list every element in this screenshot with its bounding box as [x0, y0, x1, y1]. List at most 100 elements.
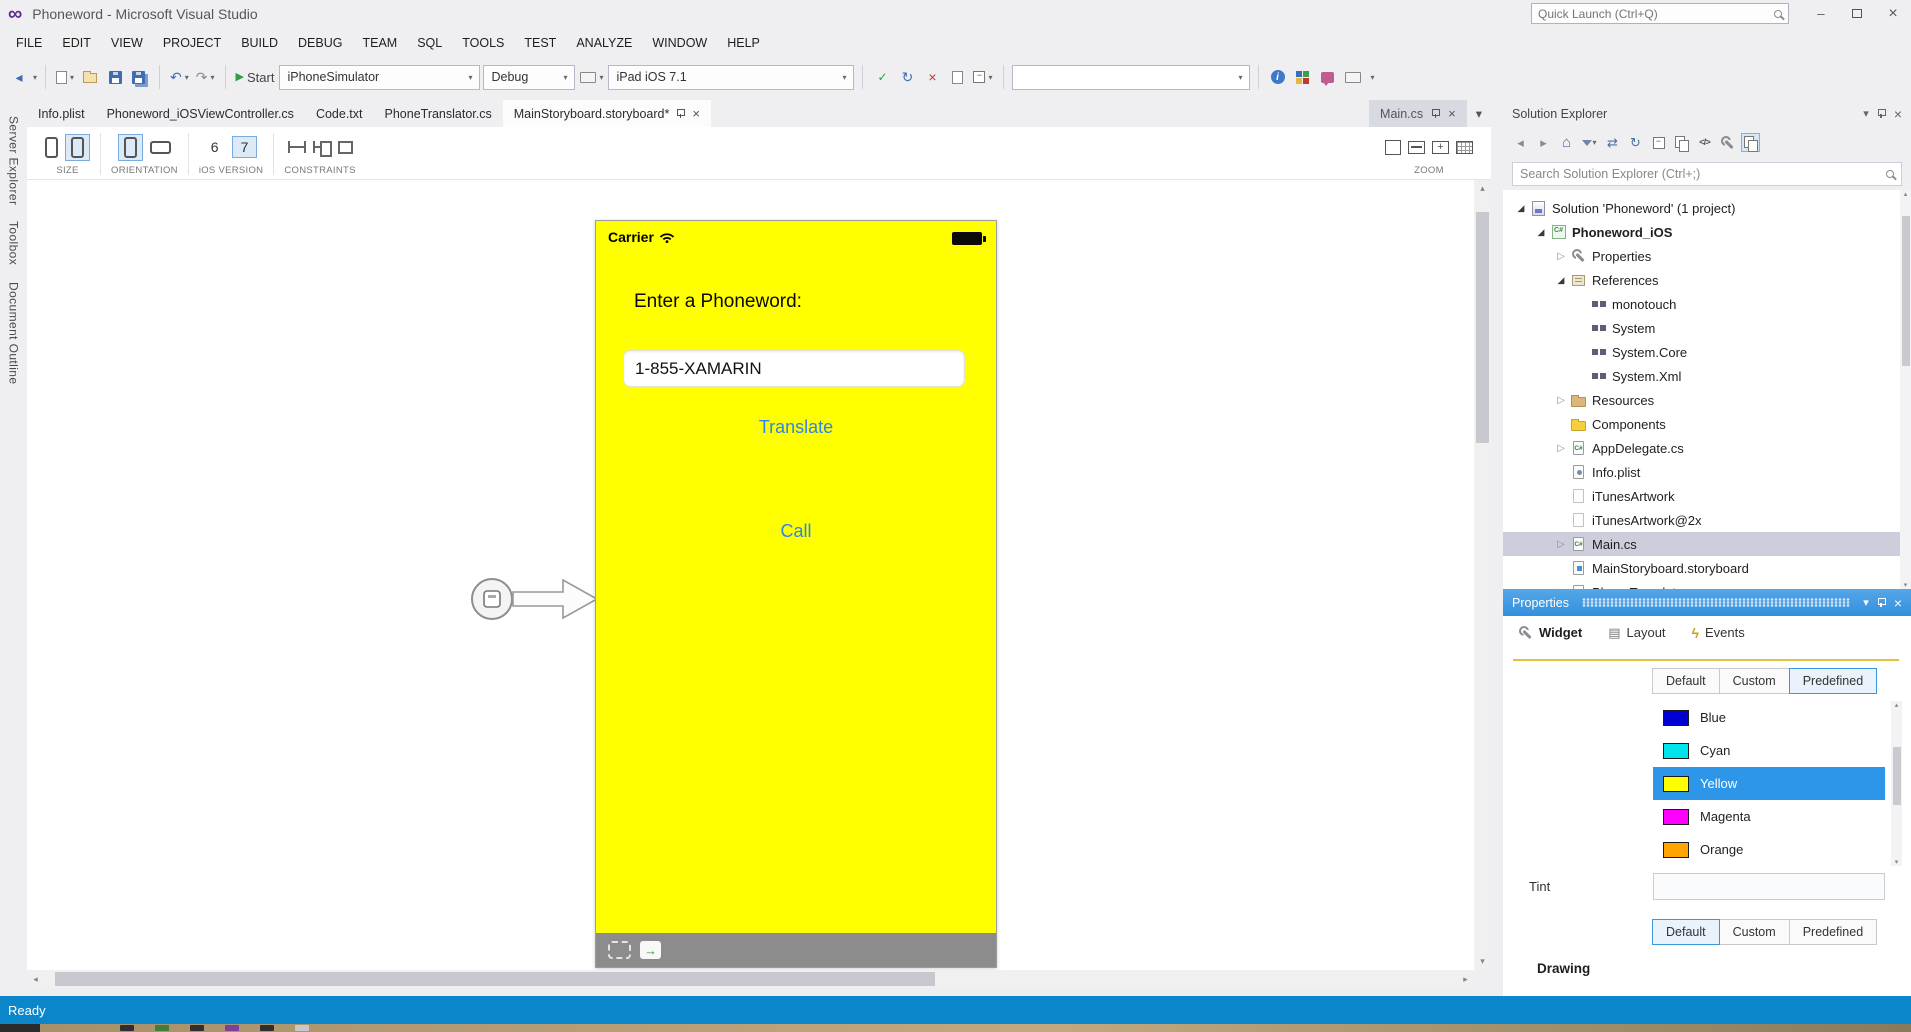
tab-widget[interactable]: Widget: [1519, 625, 1582, 640]
expander-icon[interactable]: ◢: [1533, 227, 1549, 238]
preview-selected-items-icon[interactable]: [1741, 133, 1760, 152]
default-button[interactable]: Default: [1652, 668, 1720, 694]
quick-launch-box[interactable]: [1531, 3, 1789, 24]
expander-icon[interactable]: ▷: [1553, 251, 1569, 262]
tree-item-maincs[interactable]: ▷ Main.cs: [1503, 532, 1911, 556]
horizontal-scroll-thumb[interactable]: [55, 972, 935, 986]
save-all-button[interactable]: [129, 64, 151, 90]
constraint-edit-icon[interactable]: [288, 141, 306, 153]
taskbar-icon[interactable]: [155, 1025, 169, 1031]
custom-button[interactable]: Custom: [1719, 668, 1790, 694]
fullscreen-icon[interactable]: [1385, 140, 1401, 155]
sidebar-item-toolbox[interactable]: Toolbox: [7, 221, 21, 265]
menu-window[interactable]: WINDOW: [642, 27, 717, 59]
toolbar-overflow-caret-icon[interactable]: ▾: [1371, 73, 1375, 82]
scroll-up-button[interactable]: ▴: [1900, 190, 1911, 198]
predefined-button[interactable]: Predefined: [1789, 919, 1877, 945]
device-combo[interactable]: iPad iOS 7.1 ▾: [608, 65, 854, 90]
document-list-caret-icon[interactable]: ▾: [1467, 100, 1491, 127]
tab-info-plist[interactable]: Info.plist: [27, 100, 96, 127]
color-list-scrollbar[interactable]: ▴ ▾: [1891, 701, 1902, 866]
tab-layout[interactable]: ▤ Layout: [1608, 625, 1665, 641]
tab-events[interactable]: ϟ Events: [1692, 625, 1745, 641]
tab-phonetranslator-cs[interactable]: PhoneTranslator.cs: [374, 100, 503, 127]
menu-analyze[interactable]: ANALYZE: [566, 27, 642, 59]
tree-item-system-core[interactable]: System.Core: [1503, 340, 1911, 364]
constraint-add-icon[interactable]: [313, 141, 331, 153]
solution-explorer-header[interactable]: Solution Explorer ▾ ×: [1503, 100, 1911, 127]
scroll-left-button[interactable]: ◂: [27, 971, 44, 988]
home-icon[interactable]: ⌂: [1557, 133, 1576, 152]
pin-icon[interactable]: [1878, 598, 1885, 608]
sidebar-item-server-explorer[interactable]: Server Explorer: [7, 116, 21, 205]
feedback-button[interactable]: [1317, 64, 1339, 90]
tree-item-components[interactable]: Components: [1503, 412, 1911, 436]
platform-caret-icon[interactable]: ▾: [599, 73, 603, 82]
tree-item-mainstoryboard[interactable]: MainStoryboard.storyboard: [1503, 556, 1911, 580]
color-row-orange[interactable]: Orange: [1653, 833, 1885, 866]
navigate-back-button[interactable]: ◂: [8, 64, 30, 90]
menu-file[interactable]: FILE: [6, 27, 52, 59]
configuration-combo[interactable]: iPhoneSimulator ▾: [279, 65, 480, 90]
tree-item-references[interactable]: ◢ References: [1503, 268, 1911, 292]
columns-caret-icon[interactable]: ▾: [988, 73, 992, 82]
close-icon[interactable]: ×: [1894, 106, 1902, 122]
solution-search-box[interactable]: [1512, 162, 1902, 186]
tab-viewcontroller-cs[interactable]: Phoneword_iOSViewController.cs: [96, 100, 305, 127]
ios-version-6-button[interactable]: 6: [205, 137, 225, 157]
tree-item-monotouch[interactable]: monotouch: [1503, 292, 1911, 316]
refresh-icon[interactable]: ↻: [1626, 133, 1645, 152]
platform-tool-button[interactable]: ▾: [578, 64, 605, 90]
preview-tab-main-cs[interactable]: Main.cs ×: [1369, 100, 1467, 127]
back-icon[interactable]: ◂: [1511, 133, 1530, 152]
color-row-magenta[interactable]: Magenta: [1653, 800, 1885, 833]
taskbar-icon[interactable]: [260, 1025, 274, 1031]
size-iphone-icon[interactable]: [45, 137, 58, 158]
vertical-scroll-thumb[interactable]: [1476, 212, 1489, 443]
view-code-icon[interactable]: </>: [1695, 133, 1714, 152]
landscape-icon[interactable]: [150, 141, 171, 154]
menu-edit[interactable]: EDIT: [52, 27, 100, 59]
view-controller-icon[interactable]: [608, 941, 631, 959]
phoneword-prompt-label[interactable]: Enter a Phoneword:: [634, 291, 802, 313]
close-icon[interactable]: ×: [692, 107, 700, 120]
new-file-caret-icon[interactable]: ▾: [70, 73, 74, 82]
tree-item-system[interactable]: System: [1503, 316, 1911, 340]
expander-icon[interactable]: ◢: [1553, 275, 1569, 286]
info-button[interactable]: i: [1267, 64, 1289, 90]
undo-caret-icon[interactable]: ▾: [185, 73, 189, 82]
expander-icon[interactable]: ▷: [1553, 395, 1569, 406]
quick-launch-input[interactable]: [1538, 7, 1768, 21]
taskbar-icon[interactable]: [190, 1025, 204, 1031]
list-scroll-thumb[interactable]: [1893, 747, 1901, 805]
menu-test[interactable]: TEST: [514, 27, 566, 59]
zoom-fit-icon[interactable]: [1408, 141, 1425, 154]
orientation-portrait-option[interactable]: [118, 134, 143, 161]
tree-scrollbar[interactable]: ▴ ▾: [1900, 190, 1911, 589]
filter-icon[interactable]: ▾: [1580, 133, 1599, 152]
tree-item-project[interactable]: ◢ Phoneword_iOS: [1503, 220, 1911, 244]
menu-project[interactable]: PROJECT: [153, 27, 231, 59]
design-surface[interactable]: Carrier Enter a Phoneword: 1-855-XAMARIN…: [27, 180, 1474, 970]
menu-team[interactable]: TEAM: [352, 27, 407, 59]
tree-item-system-xml[interactable]: System.Xml: [1503, 364, 1911, 388]
scroll-up-button[interactable]: ▴: [1891, 701, 1902, 709]
scroll-up-button[interactable]: ▴: [1474, 180, 1491, 197]
undo-button[interactable]: ↶▾: [168, 64, 191, 90]
color-row-cyan[interactable]: Cyan: [1653, 734, 1885, 767]
phoneword-text-field[interactable]: 1-855-XAMARIN: [623, 350, 965, 387]
horizontal-scrollbar[interactable]: ◂ ▸: [27, 970, 1474, 988]
color-row-blue[interactable]: Blue: [1653, 701, 1885, 734]
profile-combo[interactable]: Debug ▾: [483, 65, 575, 90]
navigate-caret-icon[interactable]: ▾: [33, 73, 37, 82]
error-list-button[interactable]: ×: [921, 64, 943, 90]
tree-item-resources[interactable]: ▷ Resources: [1503, 388, 1911, 412]
color-row-yellow[interactable]: Yellow: [1653, 767, 1885, 800]
zoom-in-icon[interactable]: [1432, 141, 1449, 154]
pin-icon[interactable]: [1432, 109, 1439, 119]
sync-with-active-document-icon[interactable]: ⇄: [1603, 133, 1622, 152]
ios-version-7-option[interactable]: 7: [232, 136, 258, 158]
expander-icon[interactable]: ▷: [1553, 587, 1569, 590]
grid-toggle-icon[interactable]: [1456, 141, 1473, 154]
storyboard-entry-segue-arrow[interactable]: [463, 564, 603, 634]
